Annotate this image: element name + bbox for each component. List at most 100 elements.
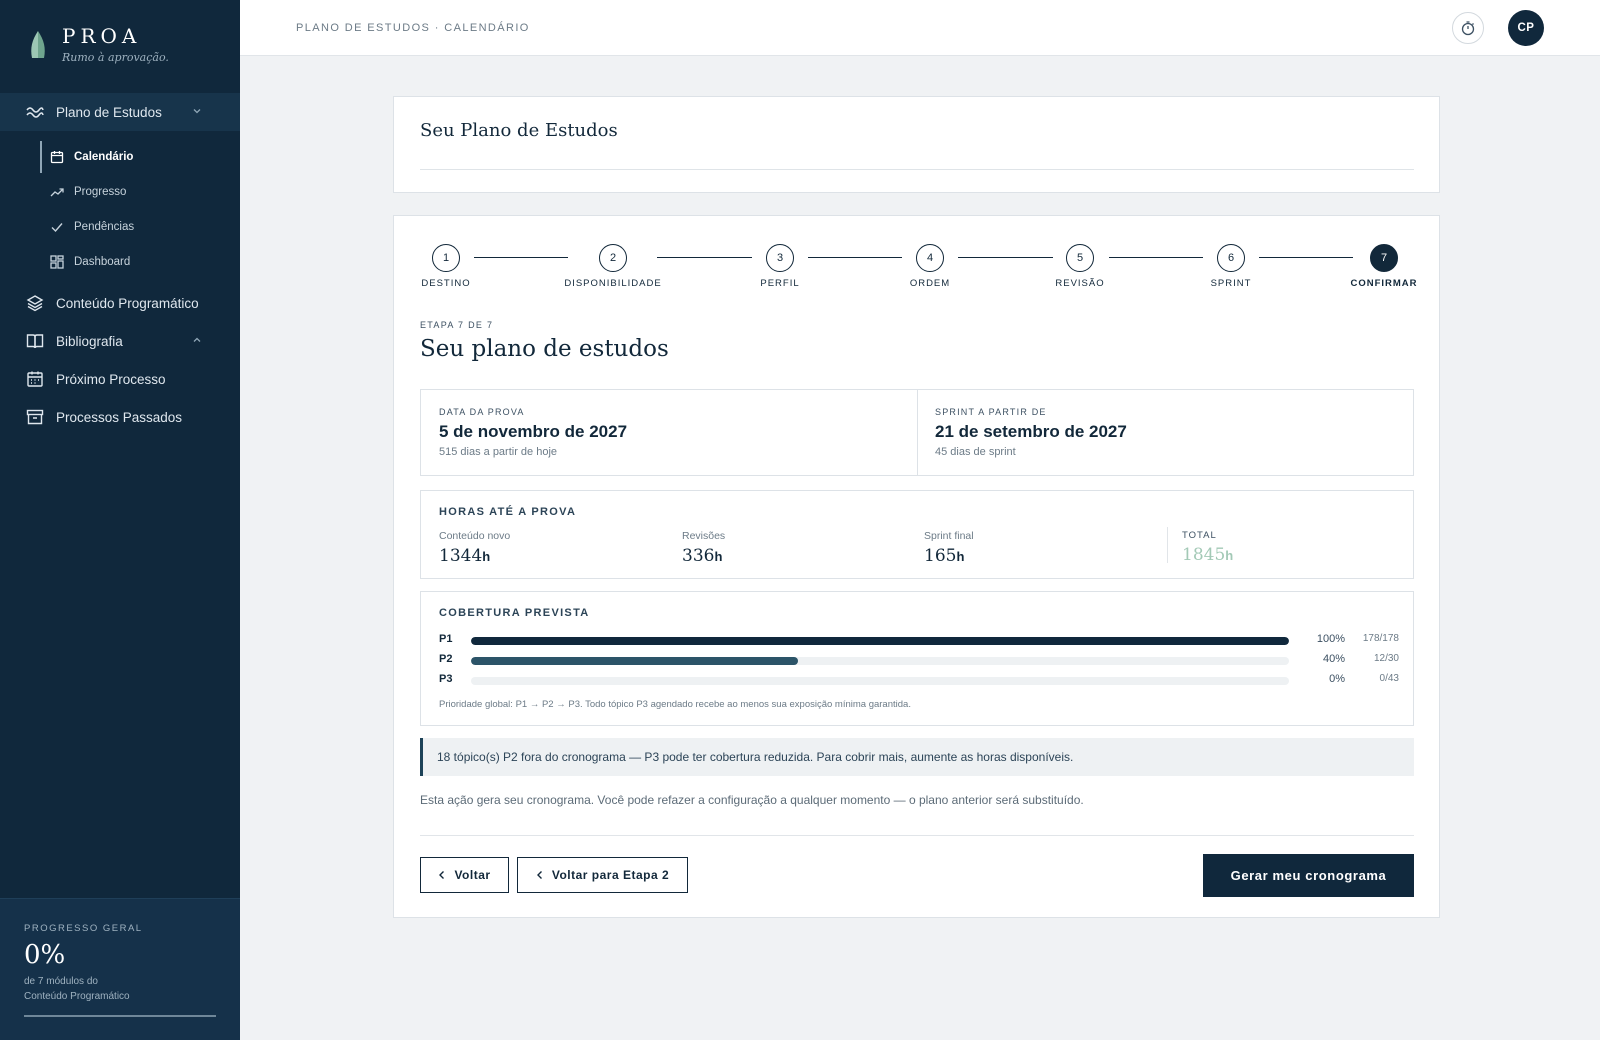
hours-item: Sprint final 165h xyxy=(924,530,974,566)
hours-item-value: 1344 xyxy=(439,546,483,566)
coverage-note: Prioridade global: P1 → P2 → P3. Todo tó… xyxy=(439,699,911,710)
priority-label: P3 xyxy=(439,673,453,685)
hours-unit: h xyxy=(1225,548,1234,563)
topbar: PLANO DE ESTUDOS · CALENDÁRIO CP xyxy=(240,0,1600,56)
nav-conteudo-programatico[interactable]: Conteúdo Programático xyxy=(0,284,240,322)
step-label: CONFIRMAR xyxy=(1350,278,1418,289)
divider xyxy=(917,390,918,475)
coverage-percent: 40% xyxy=(1322,653,1345,665)
subnav-pendencias[interactable]: Pendências xyxy=(50,212,134,242)
step-connector xyxy=(958,257,1053,258)
hours-unit: h xyxy=(482,549,491,564)
step-1[interactable]: 1 xyxy=(432,244,460,272)
grid-icon xyxy=(50,255,64,269)
overall-progress-sub-line: de 7 módulos do xyxy=(24,976,98,987)
nav-label: Bibliografia xyxy=(56,333,123,349)
hours-panel: HORAS ATÉ A PROVA Conteúdo novo 1344h Re… xyxy=(420,490,1414,579)
chevron-down-icon xyxy=(193,109,201,114)
subnav-label: Dashboard xyxy=(74,256,131,268)
hours-title: HORAS ATÉ A PROVA xyxy=(439,506,577,518)
subnav-progresso[interactable]: Progresso xyxy=(50,177,126,207)
leaf-logo-icon xyxy=(31,31,45,58)
hours-total: TOTAL 1845h xyxy=(1182,530,1233,565)
sprint-date: SPRINT A PARTIR DE 21 de setembro de 202… xyxy=(935,407,1127,458)
exam-date-value: 5 de novembro de 2027 xyxy=(439,422,628,441)
calendar-icon xyxy=(27,371,43,387)
action-note: Esta ação gera seu cronograma. Você pode… xyxy=(420,793,1084,807)
warning-alert: 18 tópico(s) P2 fora do cronograma — P3 … xyxy=(420,738,1414,776)
divider xyxy=(420,169,1414,170)
sprint-date-sub: 45 dias de sprint xyxy=(935,446,1016,458)
divider xyxy=(420,835,1414,836)
coverage-track xyxy=(471,657,1289,665)
priority-label: P2 xyxy=(439,653,453,665)
back-to-step2-button[interactable]: Voltar para Etapa 2 xyxy=(517,857,688,893)
hours-item-label: Conteúdo novo xyxy=(439,530,511,542)
subnav-dashboard[interactable]: Dashboard xyxy=(50,247,130,277)
overall-progress-percent: 0% xyxy=(24,940,66,970)
coverage-row: P1 100% 178/178 xyxy=(439,633,1399,649)
coverage-track xyxy=(471,637,1289,645)
priority-label: P1 xyxy=(439,633,453,645)
step-label: REVISÃO xyxy=(1055,278,1105,289)
step-5[interactable]: 5 xyxy=(1066,244,1094,272)
wave-icon xyxy=(26,107,44,118)
step-4[interactable]: 4 xyxy=(916,244,944,272)
page-title: Seu Plano de Estudos xyxy=(420,120,618,141)
divider xyxy=(1167,527,1168,563)
back-to-step2-label: Voltar para Etapa 2 xyxy=(551,868,670,882)
overall-progress-sub-line: Conteúdo Programático xyxy=(24,991,130,1002)
sprint-date-value: 21 de setembro de 2027 xyxy=(935,422,1127,441)
step-connector xyxy=(1259,257,1353,258)
step-6[interactable]: 6 xyxy=(1217,244,1245,272)
subnav-label: Pendências xyxy=(74,221,135,233)
chevron-left-icon xyxy=(536,871,542,879)
step-connector xyxy=(1109,257,1203,258)
nav-bibliografia[interactable]: Bibliografia xyxy=(0,322,240,360)
step-label: ORDEM xyxy=(909,278,951,289)
hours-item-value: 165 xyxy=(924,546,957,566)
timer-button[interactable] xyxy=(1452,12,1484,44)
hours-item-label: Sprint final xyxy=(924,530,974,542)
step-label: DESTINO xyxy=(421,278,471,289)
back-button[interactable]: Voltar xyxy=(420,857,509,893)
layers-icon xyxy=(26,295,44,312)
step-label: DISPONIBILIDADE xyxy=(564,278,662,289)
coverage-count: 0/43 xyxy=(1379,673,1399,684)
nav-plano-de-estudos[interactable]: Plano de Estudos xyxy=(0,93,240,131)
overall-progress: PROGRESSO GERAL 0% de 7 módulos do Conte… xyxy=(0,898,240,1040)
check-icon xyxy=(51,223,63,233)
coverage-fill xyxy=(471,637,1289,645)
generate-schedule-button[interactable]: Gerar meu cronograma xyxy=(1203,854,1414,897)
nav-processos-passados[interactable]: Processos Passados xyxy=(0,398,240,436)
trend-up-icon xyxy=(50,188,64,197)
avatar[interactable]: CP xyxy=(1508,10,1544,46)
nav-label: Conteúdo Programático xyxy=(56,295,199,311)
subnav-label: Progresso xyxy=(74,186,127,198)
subnav-calendario[interactable]: Calendário xyxy=(50,142,133,172)
hours-item-value: 336 xyxy=(682,546,715,566)
hours-item: Conteúdo novo 1344h xyxy=(439,530,510,566)
nav-label: Plano de Estudos xyxy=(56,104,162,120)
coverage-percent: 100% xyxy=(1316,633,1345,645)
calendar-icon xyxy=(50,151,64,164)
active-indicator xyxy=(40,141,42,173)
warning-text: 18 tópico(s) P2 fora do cronograma — P3 … xyxy=(437,750,1074,764)
generate-schedule-label: Gerar meu cronograma xyxy=(1230,868,1387,883)
subnav-label: Calendário xyxy=(74,151,134,163)
coverage-title: COBERTURA PREVISTA xyxy=(439,607,590,619)
hours-total-label: TOTAL xyxy=(1182,530,1217,541)
nav-proximo-processo[interactable]: Próximo Processo xyxy=(0,360,240,398)
hours-item-label: Revisões xyxy=(682,530,726,542)
coverage-count: 12/30 xyxy=(1373,653,1399,664)
step-2[interactable]: 2 xyxy=(599,244,627,272)
step-label: SPRINT xyxy=(1210,278,1252,289)
brand-tagline: Rumo à aprovação. xyxy=(62,51,169,64)
exam-date-label: DATA DA PROVA xyxy=(439,407,525,417)
brand[interactable]: PROA Rumo à aprovação. xyxy=(28,24,169,64)
sidebar: PROA Rumo à aprovação. Plano de Estudos … xyxy=(0,0,240,1040)
header-card xyxy=(393,96,1440,193)
step-3[interactable]: 3 xyxy=(766,244,794,272)
step-7[interactable]: 7 xyxy=(1370,244,1398,272)
hours-unit: h xyxy=(714,549,723,564)
